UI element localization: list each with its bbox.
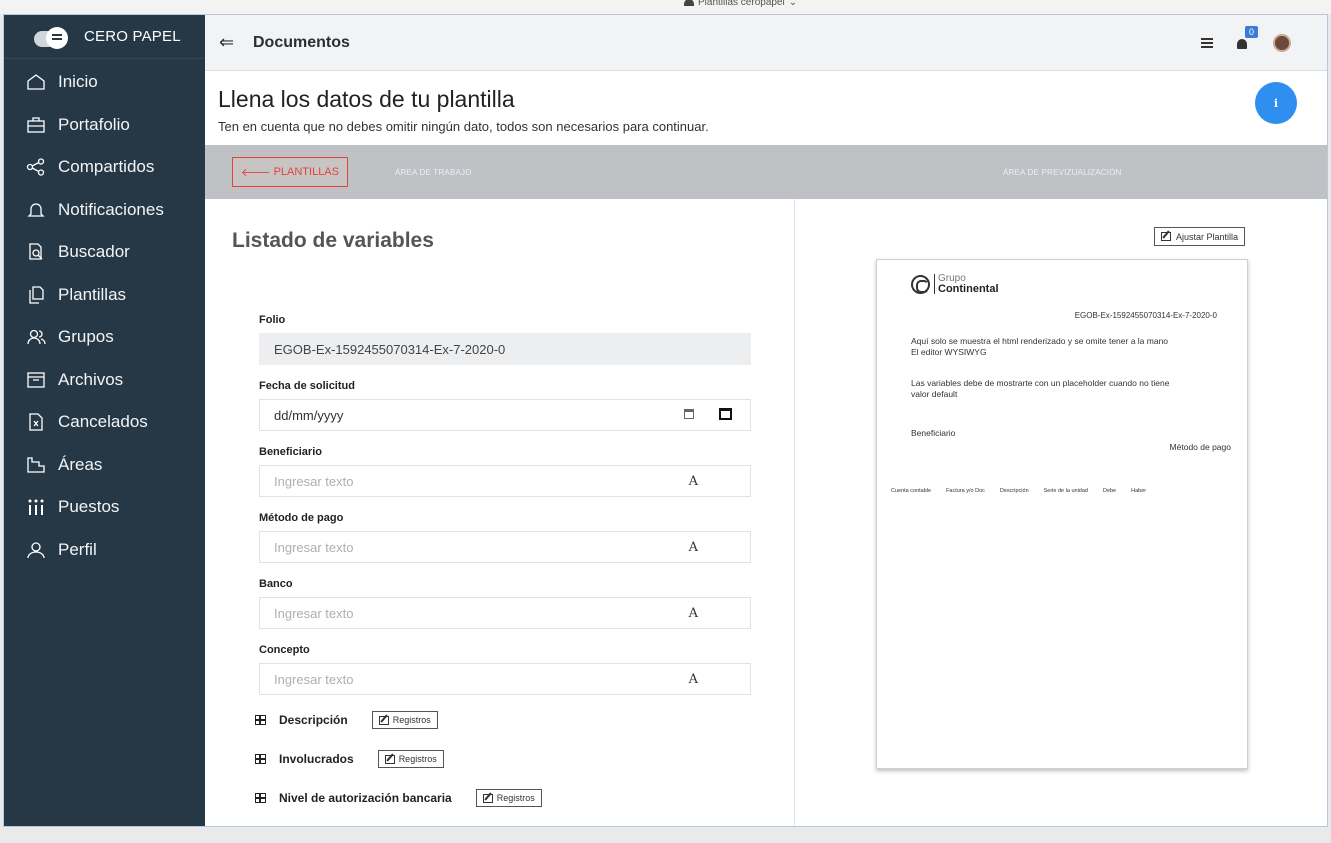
sidebar-item-buscador[interactable]: Buscador xyxy=(4,231,205,274)
text-format-icon: A xyxy=(688,606,698,621)
intro-section: Llena los datos de tu plantilla Ten en c… xyxy=(205,72,1327,145)
ajustar-plantilla-button[interactable]: Ajustar Plantilla xyxy=(1153,227,1245,246)
positions-icon xyxy=(26,498,46,516)
registros-button[interactable]: Registros xyxy=(475,789,542,807)
brand-name: CERO PAPEL xyxy=(84,28,181,45)
registros-button[interactable]: Registros xyxy=(371,711,438,729)
sidebar-item-compartidos[interactable]: Compartidos xyxy=(4,146,205,189)
preview-paragraph-1: Aquí solo se muestra el html renderizado… xyxy=(911,336,1169,357)
table-icon xyxy=(255,754,266,764)
user-icon xyxy=(26,541,46,559)
preview-beneficiario: Beneficiario xyxy=(911,428,956,438)
window-caption: Plantillas ceropapel ⌄ xyxy=(684,0,797,8)
table-icon xyxy=(255,793,266,803)
share-icon xyxy=(26,158,46,176)
continental-logo-icon xyxy=(911,274,930,294)
table-row-nivel-autorizacion: Nivel de autorización bancaria Registros xyxy=(255,789,542,807)
variables-title: Listado de variables xyxy=(232,229,434,252)
sidebar-item-puestos[interactable]: Puestos xyxy=(4,486,205,529)
top-header: ⇐ Documentos 0 xyxy=(205,15,1327,71)
work-area-label: ÁREA DE TRABAJO xyxy=(395,168,472,177)
preview-area-label: ÁREA DE PREVIZUALIZACIÓN xyxy=(1003,168,1122,177)
edit-icon xyxy=(482,793,493,803)
window-caption-bar: Plantillas ceropapel ⌄ xyxy=(0,0,1331,14)
area-icon xyxy=(26,456,46,474)
group-icon xyxy=(26,328,46,346)
page-title: Documentos xyxy=(253,33,350,51)
preview-folio: EGOB-Ex-1592455070314-Ex-7-2020-0 xyxy=(1074,311,1217,320)
variables-panel: Listado de variables Folio EGOB-Ex-15924… xyxy=(205,199,795,826)
sidebar-item-plantillas[interactable]: Plantillas xyxy=(4,274,205,317)
preview-table-header: Cuenta contable Factura y/o Doc Descripc… xyxy=(891,488,1147,494)
plantillas-back-button[interactable]: 🡐 PLANTILLAS xyxy=(232,157,348,187)
field-label-beneficiario: Beneficiario xyxy=(259,446,322,458)
preview-paragraph-2: Las variables debe de mostrarte con un p… xyxy=(911,378,1170,399)
edit-icon xyxy=(1160,232,1171,241)
menu-icon[interactable] xyxy=(1201,37,1213,48)
sidebar-item-cancelados[interactable]: Cancelados xyxy=(4,401,205,444)
search-document-icon xyxy=(26,243,46,261)
sidebar: CERO PAPEL Inicio Portafolio Compartidos… xyxy=(4,15,205,826)
sidebar-item-portafolio[interactable]: Portafolio xyxy=(4,104,205,147)
area-toolbar: 🡐 PLANTILLAS ÁREA DE TRABAJO ÁREA DE PRE… xyxy=(205,145,1327,199)
header-actions: 0 xyxy=(1201,25,1291,52)
sidebar-item-grupos[interactable]: Grupos xyxy=(4,316,205,359)
company-logo: Grupo Continental xyxy=(911,274,999,295)
text-format-icon: A xyxy=(688,474,698,489)
cancelled-file-icon xyxy=(26,413,46,431)
avatar[interactable] xyxy=(1273,33,1291,52)
fecha-solicitud-input[interactable]: dd/mm/yyyy xyxy=(259,399,751,431)
edit-icon xyxy=(378,715,389,725)
preview-metodo-pago: Método de pago xyxy=(1169,442,1231,452)
edit-icon xyxy=(384,754,395,764)
table-icon xyxy=(255,715,266,725)
banco-input[interactable]: Ingresar texto A xyxy=(259,597,751,629)
back-arrow-icon[interactable]: ⇐ xyxy=(219,32,239,53)
field-label-banco: Banco xyxy=(259,578,293,590)
document-preview: Grupo Continental EGOB-Ex-1592455070314-E… xyxy=(876,259,1248,769)
text-format-icon: A xyxy=(688,672,698,687)
sidebar-item-archivos[interactable]: Archivos xyxy=(4,359,205,402)
notification-badge: 0 xyxy=(1245,25,1259,38)
sidebar-item-notificaciones[interactable]: Notificaciones xyxy=(4,189,205,232)
sidebar-item-perfil[interactable]: Perfil xyxy=(4,529,205,572)
metodo-pago-input[interactable]: Ingresar texto A xyxy=(259,531,751,563)
app-window: CERO PAPEL Inicio Portafolio Compartidos… xyxy=(3,14,1328,827)
archive-icon xyxy=(26,371,46,389)
table-row-involucrados: Involucrados Registros xyxy=(255,750,444,768)
sidebar-item-inicio[interactable]: Inicio xyxy=(4,61,205,104)
notifications-button[interactable]: 0 xyxy=(1235,25,1259,51)
chevron-down-icon[interactable]: ⌄ xyxy=(789,0,797,8)
brand[interactable]: CERO PAPEL xyxy=(4,15,205,59)
beneficiario-input[interactable]: Ingresar texto A xyxy=(259,465,751,497)
text-format-icon: A xyxy=(688,540,698,555)
sidebar-item-areas[interactable]: Áreas xyxy=(4,444,205,487)
form-subtitle: Ten en cuenta que no debes omitir ningún… xyxy=(218,119,709,134)
arrow-left-icon: 🡐 xyxy=(241,167,274,179)
field-label-fecha: Fecha de solicitud xyxy=(259,380,355,392)
folio-field: EGOB-Ex-1592455070314-Ex-7-2020-0 xyxy=(259,333,751,365)
info-button[interactable]: i xyxy=(1255,82,1297,124)
calendar-icon[interactable] xyxy=(719,408,732,420)
field-label-folio: Folio xyxy=(259,314,286,326)
briefcase-icon xyxy=(26,116,46,134)
registros-button[interactable]: Registros xyxy=(377,750,444,768)
user-icon xyxy=(684,0,694,6)
cloud-logo-icon xyxy=(34,25,74,49)
field-label-concepto: Concepto xyxy=(259,644,310,656)
bell-icon xyxy=(1237,38,1247,49)
copy-icon xyxy=(26,286,46,304)
sidebar-nav: Inicio Portafolio Compartidos Notificaci… xyxy=(4,59,205,571)
table-row-descripcion: Descripción Registros xyxy=(255,711,438,729)
home-icon xyxy=(26,73,46,91)
field-label-metodo-pago: Método de pago xyxy=(259,512,344,524)
bell-icon xyxy=(26,201,46,219)
form-title: Llena los datos de tu plantilla xyxy=(218,86,515,112)
preview-panel: Ajustar Plantilla Grupo Continental EGOB-… xyxy=(796,199,1327,826)
calendar-small-icon[interactable] xyxy=(684,409,694,419)
concepto-input[interactable]: Ingresar texto A xyxy=(259,663,751,695)
